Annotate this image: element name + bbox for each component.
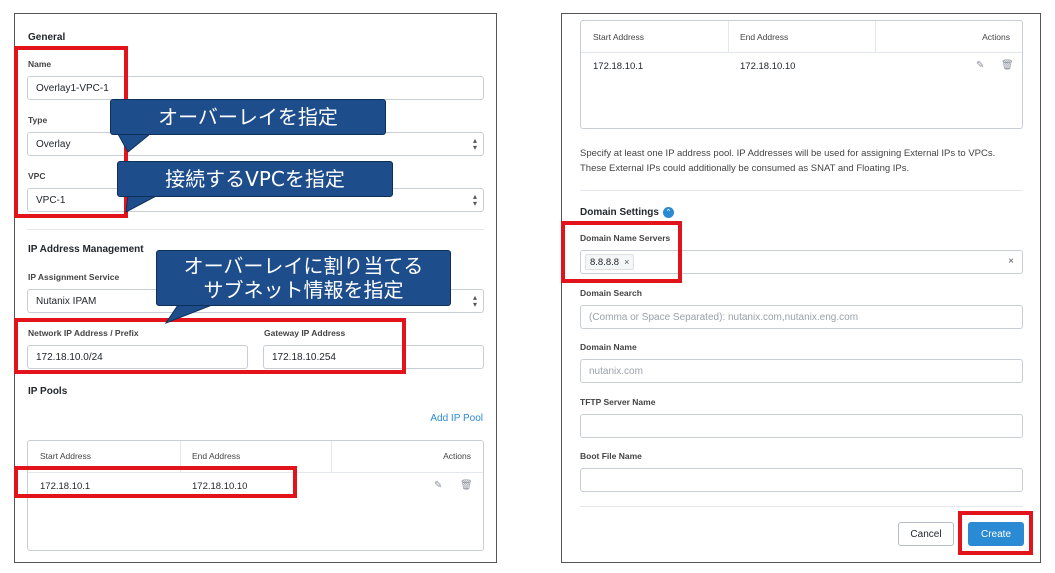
- highlight-network-fields: [14, 318, 406, 374]
- tftp-label: TFTP Server Name: [580, 397, 656, 407]
- pool-end-cell: 172.18.10.10: [740, 61, 796, 72]
- tftp-input[interactable]: [580, 414, 1023, 438]
- ip-assignment-label: IP Assignment Service: [28, 272, 120, 282]
- domain-name-input[interactable]: nutanix.com: [580, 359, 1023, 383]
- footer-divider: [580, 506, 1023, 507]
- highlight-create-button: [958, 511, 1033, 555]
- section-divider: [580, 190, 1023, 191]
- column-separator: [875, 21, 876, 52]
- select-arrows-icon: ▴ ▾: [472, 293, 477, 309]
- ipam-section-title: IP Address Management: [28, 244, 144, 255]
- start-address-header: Start Address: [40, 451, 92, 461]
- boot-file-input[interactable]: [580, 468, 1023, 492]
- highlight-pool-row: [14, 466, 297, 498]
- delete-trash-icon[interactable]: 🗑: [1001, 60, 1014, 71]
- domain-search-placeholder: (Comma or Space Separated): nutanix.com,…: [589, 311, 859, 323]
- add-ip-pool-link[interactable]: Add IP Pool: [430, 413, 483, 424]
- delete-trash-icon[interactable]: 🗑: [460, 480, 473, 491]
- edit-pencil-icon[interactable]: ✎: [976, 60, 984, 71]
- column-separator: [331, 441, 332, 472]
- cancel-button[interactable]: Cancel: [898, 522, 954, 546]
- overlay-callout: オーバーレイを指定: [110, 99, 386, 135]
- section-divider: [27, 229, 484, 230]
- subnet-callout-line-1: オーバーレイに割り当てる: [183, 254, 424, 278]
- select-arrows-icon: ▴ ▾: [472, 136, 477, 152]
- ip-assignment-value: Nutanix IPAM: [36, 295, 97, 307]
- start-address-header: Start Address: [593, 32, 645, 42]
- boot-file-label: Boot File Name: [580, 451, 642, 461]
- edit-pencil-icon[interactable]: ✎: [434, 480, 442, 491]
- ip-pools-section-title: IP Pools: [28, 386, 68, 397]
- general-section-title: General: [28, 32, 66, 43]
- header-separator: [581, 52, 1022, 53]
- domain-search-label: Domain Search: [580, 288, 642, 298]
- subnet-callout: オーバーレイに割り当てる サブネット情報を指定: [156, 250, 451, 306]
- subnet-callout-line-2: サブネット情報を指定: [203, 278, 404, 302]
- pool-start-cell: 172.18.10.1: [593, 61, 644, 72]
- domain-settings-title: Domain Settings ⌃: [580, 207, 674, 218]
- domain-name-placeholder: nutanix.com: [589, 365, 643, 377]
- ip-pool-help-text: Specify at least one IP address pool. IP…: [580, 146, 1030, 176]
- end-address-header: End Address: [740, 32, 789, 42]
- actions-header: Actions: [443, 451, 471, 461]
- end-address-header: End Address: [192, 451, 241, 461]
- actions-header: Actions: [982, 32, 1010, 42]
- domain-name-label: Domain Name: [580, 342, 637, 352]
- ip-pools-table-right: Start Address End Address Actions 172.18…: [580, 20, 1023, 129]
- right-panel: Start Address End Address Actions 172.18…: [561, 13, 1041, 563]
- help-line-2: These External IPs could additionally be…: [580, 163, 910, 174]
- column-separator: [728, 21, 729, 52]
- help-line-1: Specify at least one IP address pool. IP…: [580, 148, 996, 159]
- vpc-callout: 接続するVPCを指定: [117, 161, 393, 197]
- clear-icon[interactable]: ×: [1008, 256, 1014, 267]
- select-arrows-icon: ▴ ▾: [472, 192, 477, 208]
- collapse-chevron-icon[interactable]: ⌃: [662, 207, 674, 218]
- highlight-dns-field: [561, 221, 682, 283]
- domain-settings-label: Domain Settings: [580, 207, 659, 219]
- domain-search-input[interactable]: (Comma or Space Separated): nutanix.com,…: [580, 305, 1023, 329]
